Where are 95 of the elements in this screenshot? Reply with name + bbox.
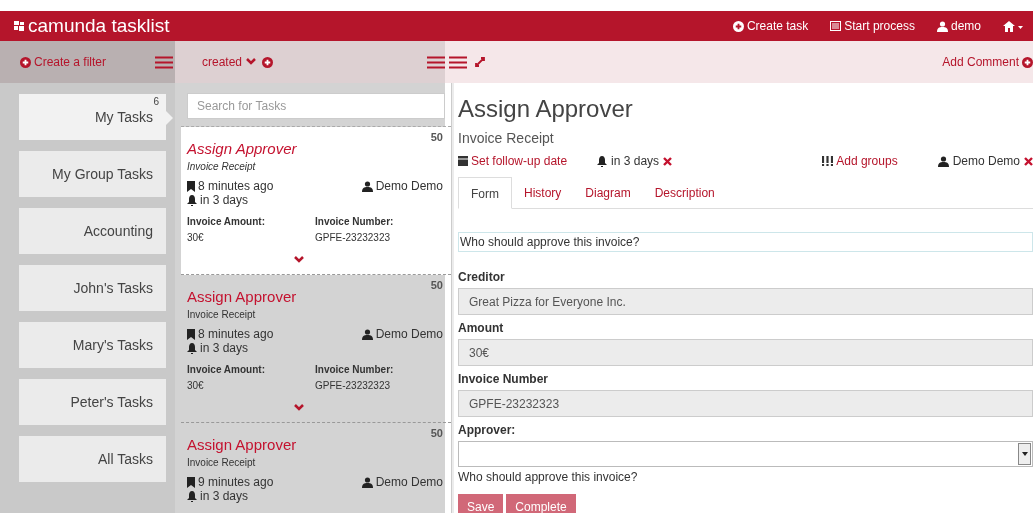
menu-icon[interactable] — [449, 55, 467, 69]
sort-link[interactable]: created — [202, 55, 257, 69]
variable-label: Invoice Number: — [315, 215, 395, 227]
assignee-name: Demo Demo — [375, 475, 443, 489]
variable-label: Invoice Number: — [315, 363, 395, 375]
task-priority: 50 — [430, 427, 443, 439]
bookmark-icon — [187, 476, 195, 488]
complete-button[interactable]: Complete — [506, 494, 576, 513]
process-name: Invoice Receipt — [458, 130, 555, 146]
remove-icon[interactable] — [663, 156, 673, 166]
home-icon — [1003, 20, 1023, 32]
chevron-down-icon — [246, 58, 257, 66]
bell-icon — [187, 342, 197, 354]
task-card[interactable]: Assign Approver 50 Invoice Receipt 8 minutes ago Demo Demo in 3 days Invoice Amount: 30€ Invoice Number: GPFE-23232323 — [181, 127, 451, 275]
filter-item[interactable]: My Group Tasks — [19, 151, 166, 197]
assignee-name: Demo Demo — [375, 327, 443, 341]
app-title: camunda tasklist — [28, 15, 170, 37]
readonly-field: 30€ — [458, 339, 1033, 366]
filter-item[interactable]: Accounting — [19, 208, 166, 254]
variable-label: Invoice Amount: — [187, 363, 266, 375]
bookmark-icon — [187, 328, 195, 340]
process-name: Invoice Receipt — [187, 457, 257, 468]
created-time: 8 minutes ago — [198, 327, 274, 341]
tab[interactable]: Description — [642, 177, 727, 208]
variable-value: 30€ — [187, 379, 205, 391]
header-link[interactable]: demo — [936, 19, 981, 33]
follow-up-link[interactable]: Set follow-up date — [458, 154, 568, 168]
home-menu[interactable] — [1003, 19, 1023, 33]
process-name: Invoice Receipt — [187, 309, 257, 320]
bell-icon — [597, 155, 608, 167]
search-field[interactable]: Search for Tasks — [187, 93, 445, 119]
list-icon — [830, 21, 842, 31]
user-icon — [936, 20, 948, 32]
task-priority: 50 — [430, 131, 443, 143]
groups-icon — [822, 156, 834, 166]
task-name[interactable]: Assign Approver — [187, 288, 297, 305]
user-icon — [361, 328, 373, 340]
created-time: 8 minutes ago — [198, 179, 274, 193]
task-title: Assign Approver — [458, 95, 634, 123]
header-link[interactable]: Create task — [732, 19, 809, 33]
menu-icon[interactable] — [427, 55, 445, 69]
plus-icon — [20, 56, 31, 68]
task-name[interactable]: Assign Approver — [187, 436, 297, 453]
add-sort-icon[interactable] — [262, 56, 274, 68]
remove-icon[interactable] — [1024, 156, 1033, 166]
process-name: Invoice Receipt — [187, 161, 257, 172]
user-icon — [361, 180, 373, 192]
field-label: Amount — [458, 321, 505, 335]
bell-icon — [187, 490, 197, 502]
header-link[interactable]: Start process — [830, 19, 915, 33]
logo-icon — [14, 21, 26, 31]
menu-icon[interactable] — [155, 55, 173, 69]
readonly-field: GPFE-23232323 — [458, 390, 1033, 417]
caret-icon — [1021, 452, 1028, 456]
tab[interactable]: Diagram — [573, 177, 643, 208]
task-name[interactable]: Assign Approver — [187, 140, 297, 157]
due-date: in 3 days — [611, 154, 660, 168]
expand-icon[interactable] — [294, 404, 304, 411]
created-time: 9 minutes ago — [198, 475, 274, 489]
variable-label: Invoice Amount: — [187, 215, 266, 227]
calendar-icon — [458, 156, 468, 166]
filter-item[interactable]: All Tasks — [19, 436, 166, 482]
filter-item[interactable]: John's Tasks — [19, 265, 166, 311]
due-date: in 3 days — [200, 489, 249, 503]
user-icon — [361, 476, 373, 488]
variable-value: GPFE-23232323 — [315, 231, 392, 243]
form-description: Who should approve this invoice? — [458, 232, 1033, 252]
due-date: in 3 days — [200, 193, 249, 207]
tab[interactable]: Form — [458, 177, 512, 209]
plus-icon — [732, 20, 744, 32]
variable-value: 30€ — [187, 231, 205, 243]
field-label: Creditor — [458, 270, 506, 284]
due-date: in 3 days — [200, 341, 249, 355]
task-priority: 50 — [430, 279, 443, 291]
expand-icon[interactable] — [294, 256, 304, 263]
filter-item[interactable]: Peter's Tasks — [19, 379, 166, 425]
assignee-name: Demo Demo — [375, 179, 443, 193]
task-count: 6 — [153, 96, 159, 107]
save-button[interactable]: Save — [458, 494, 504, 513]
field-label: Approver: — [458, 423, 517, 437]
add-groups-link[interactable]: Add groups — [822, 154, 898, 168]
plus-icon — [1022, 56, 1033, 68]
add-comment-link[interactable]: Add Comment — [942, 55, 1033, 69]
variable-value: GPFE-23232323 — [315, 379, 392, 391]
scrollbar[interactable] — [451, 83, 454, 513]
expand-icon[interactable] — [475, 57, 485, 67]
bookmark-icon — [187, 180, 195, 192]
field-label: Invoice Number — [458, 372, 550, 386]
assignee-name: Demo Demo — [952, 154, 1020, 168]
user-icon — [937, 155, 949, 167]
tab[interactable]: History — [512, 177, 574, 208]
help-text: Who should approve this invoice? — [458, 470, 639, 484]
bell-icon — [187, 194, 197, 206]
filter-item[interactable]: Mary's Tasks — [19, 322, 166, 368]
readonly-field: Great Pizza for Everyone Inc. — [458, 288, 1033, 315]
